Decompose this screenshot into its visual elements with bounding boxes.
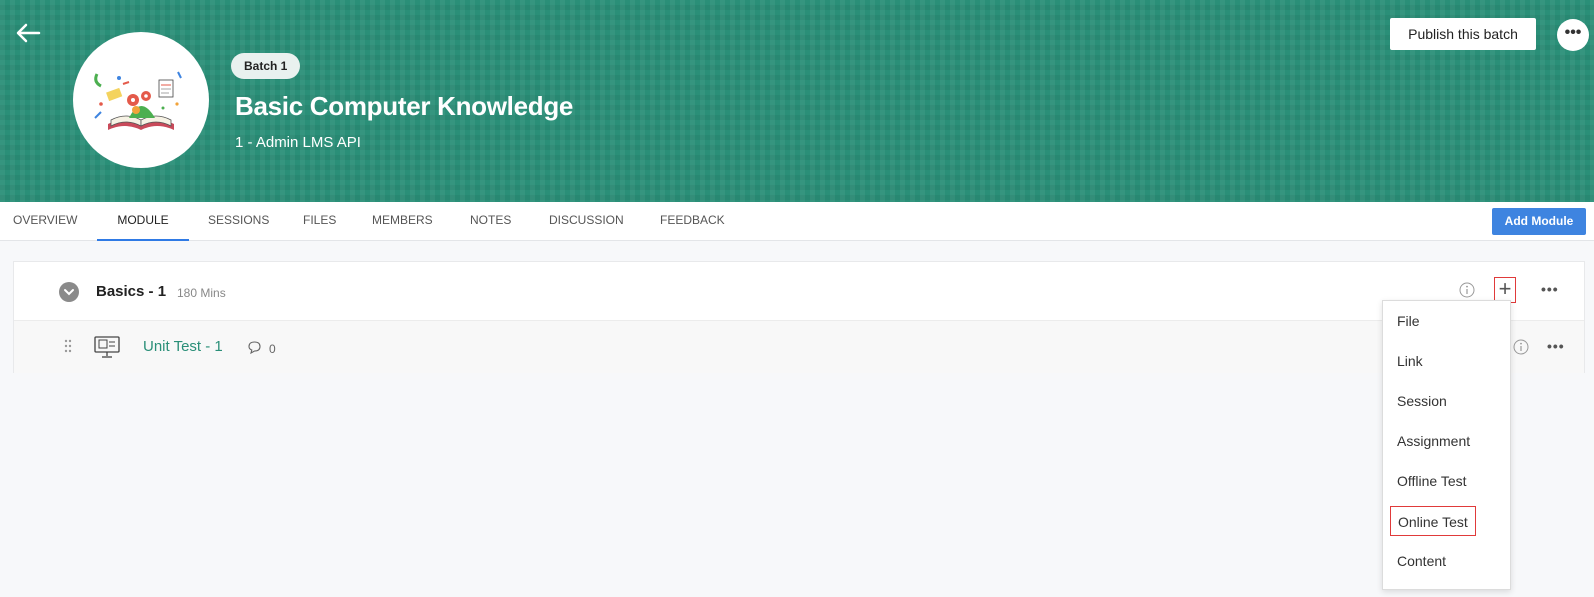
module-title: Basics - 1 xyxy=(96,283,167,300)
menu-item-offline-test[interactable]: Offline Test xyxy=(1390,466,1474,496)
add-content-menu: File Link Session Assignment Offline Tes… xyxy=(1382,300,1511,590)
header-more-button[interactable]: ••• xyxy=(1557,19,1589,51)
tab-sessions[interactable]: SESSIONS xyxy=(196,202,281,241)
menu-item-content[interactable]: Content xyxy=(1390,546,1453,576)
unit-more-button[interactable]: ••• xyxy=(1547,338,1565,354)
tab-module[interactable]: MODULE xyxy=(97,202,189,241)
menu-item-online-test[interactable]: Online Test xyxy=(1390,506,1476,536)
tab-feedback[interactable]: FEEDBACK xyxy=(648,202,737,241)
drag-handle-icon[interactable] xyxy=(63,338,73,354)
course-logo xyxy=(73,32,209,168)
menu-item-assignment[interactable]: Assignment xyxy=(1390,426,1477,456)
course-title: Basic Computer Knowledge xyxy=(235,91,574,121)
module-duration: 180 Mins xyxy=(177,286,226,300)
tab-members[interactable]: MEMBERS xyxy=(360,202,445,241)
course-subtitle: 1 - Admin LMS API xyxy=(235,134,361,151)
tab-bar: OVERVIEW MODULE SESSIONS FILES MEMBERS N… xyxy=(0,202,1594,241)
add-module-button[interactable]: Add Module xyxy=(1492,208,1586,235)
batch-badge: Batch 1 xyxy=(231,53,301,79)
chevron-down-icon[interactable] xyxy=(59,282,79,302)
tab-overview[interactable]: OVERVIEW xyxy=(1,202,89,241)
menu-item-file[interactable]: File xyxy=(1390,306,1427,336)
publish-batch-button[interactable]: Publish this batch xyxy=(1390,18,1536,50)
module-header: Basics - 1 180 Mins + ••• xyxy=(14,262,1584,321)
comment-icon xyxy=(247,340,262,355)
menu-item-session[interactable]: Session xyxy=(1390,386,1454,416)
menu-item-link[interactable]: Link xyxy=(1390,346,1430,376)
unit-info-icon[interactable] xyxy=(1513,339,1529,355)
list-item[interactable]: Unit Test - 1 0 ••• xyxy=(14,321,1584,373)
online-test-monitor-icon xyxy=(94,336,120,358)
module-more-button[interactable]: ••• xyxy=(1541,281,1559,297)
comment-count: 0 xyxy=(269,342,276,356)
back-arrow-icon[interactable] xyxy=(14,20,42,46)
unit-title-link[interactable]: Unit Test - 1 xyxy=(143,338,223,355)
module-card: Basics - 1 180 Mins + ••• Unit Test - 1 … xyxy=(13,261,1585,373)
tab-notes[interactable]: NOTES xyxy=(458,202,523,241)
tab-files[interactable]: FILES xyxy=(291,202,348,241)
tab-discussion[interactable]: DISCUSSION xyxy=(537,202,636,241)
info-icon[interactable] xyxy=(1459,282,1475,298)
